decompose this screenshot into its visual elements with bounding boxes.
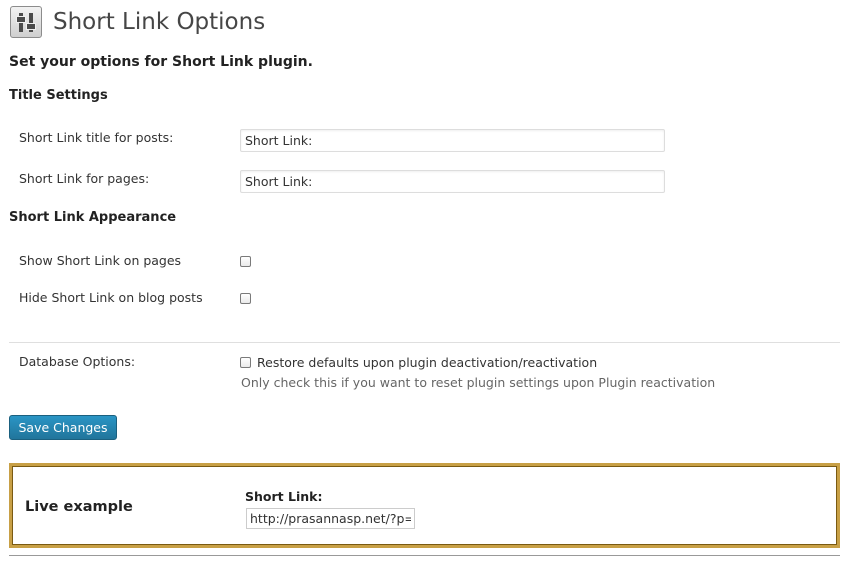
- posts-title-label: Short Link title for posts:: [19, 130, 174, 145]
- database-options-label: Database Options:: [19, 354, 136, 369]
- restore-defaults-label[interactable]: Restore defaults upon plugin deactivatio…: [257, 355, 597, 371]
- intro-text: Set your options for Short Link plugin.: [9, 54, 313, 70]
- section-divider: [9, 342, 840, 343]
- posts-title-input[interactable]: [240, 129, 665, 152]
- show-on-pages-checkbox[interactable]: [240, 256, 251, 267]
- pages-title-label: Short Link for pages:: [19, 171, 150, 186]
- hide-on-posts-label: Hide Short Link on blog posts: [19, 290, 203, 305]
- save-changes-button[interactable]: Save Changes: [9, 415, 117, 440]
- hide-on-posts-checkbox[interactable]: [240, 293, 251, 304]
- pages-title-input[interactable]: [240, 170, 665, 193]
- settings-sliders-icon: [10, 6, 42, 38]
- live-example-url-input[interactable]: [246, 508, 415, 529]
- bottom-divider: [9, 555, 840, 556]
- restore-defaults-description: Only check this if you want to reset plu…: [241, 375, 716, 390]
- title-settings-heading: Title Settings: [9, 88, 108, 103]
- restore-defaults-checkbox[interactable]: [240, 357, 251, 368]
- show-on-pages-label: Show Short Link on pages: [19, 253, 182, 268]
- live-example-heading: Live example: [25, 499, 133, 515]
- page-title: Short Link Options: [53, 9, 266, 35]
- live-example-box: [9, 463, 840, 548]
- appearance-heading: Short Link Appearance: [9, 210, 177, 225]
- live-example-label: Short Link:: [245, 489, 323, 504]
